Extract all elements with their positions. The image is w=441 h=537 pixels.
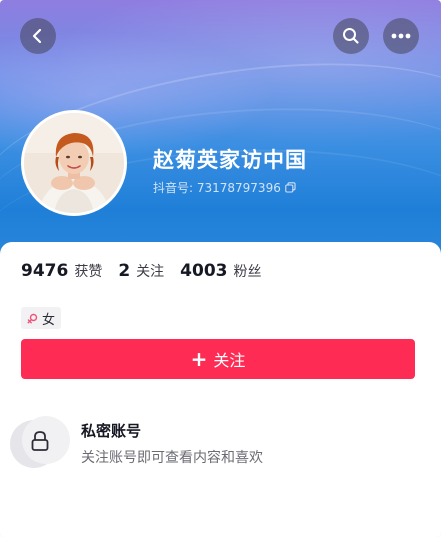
- more-horizontal-icon: [391, 33, 411, 39]
- private-account-title: 私密账号: [81, 422, 142, 440]
- stat-likes[interactable]: 9476 获赞: [21, 261, 102, 281]
- stat-value: 9476: [21, 261, 69, 281]
- plus-icon: +: [190, 347, 208, 371]
- chevron-left-icon: [32, 28, 42, 44]
- stats-row: 9476 获赞 2 关注 4003 粉丝: [21, 261, 262, 281]
- stat-label: 粉丝: [233, 264, 262, 280]
- lock-icon: [31, 431, 49, 451]
- avatar-photo: [24, 113, 124, 213]
- stat-following[interactable]: 2 关注: [118, 261, 164, 281]
- profile-name: 赵菊英家访中国: [153, 148, 307, 172]
- female-icon: [27, 313, 38, 324]
- more-button[interactable]: [383, 18, 419, 54]
- private-account-description: 关注账号即可查看内容和喜欢: [81, 450, 263, 466]
- private-account-badge: [10, 416, 70, 470]
- search-icon: [343, 28, 359, 44]
- copy-icon[interactable]: [285, 182, 296, 193]
- stat-label: 获赞: [74, 264, 103, 280]
- stat-label: 关注: [136, 264, 165, 280]
- back-button[interactable]: [20, 18, 56, 54]
- douyin-id-text: 抖音号: 73178797396: [153, 181, 281, 195]
- gender-label: 女: [42, 312, 56, 328]
- douyin-id[interactable]: 抖音号: 73178797396: [153, 179, 296, 196]
- profile-card: [0, 242, 441, 537]
- gender-tag: 女: [21, 307, 62, 329]
- search-button[interactable]: [333, 18, 369, 54]
- follow-button-label: 关注: [213, 351, 246, 370]
- follow-button[interactable]: + 关注: [21, 339, 415, 379]
- stat-value: 2: [118, 261, 131, 281]
- stat-followers[interactable]: 4003 粉丝: [180, 261, 261, 281]
- avatar[interactable]: [21, 110, 127, 216]
- profile-page: 赵菊英家访中国 抖音号: 73178797396 9476 获赞 2 关注 40…: [0, 0, 441, 537]
- stat-value: 4003: [180, 261, 228, 281]
